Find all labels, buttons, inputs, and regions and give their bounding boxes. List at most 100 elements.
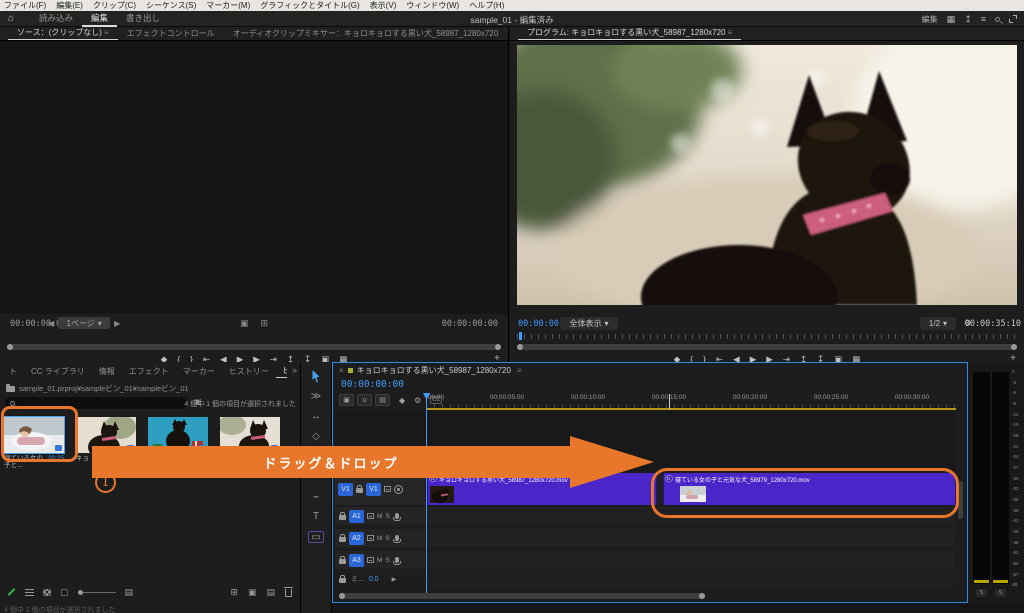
- menu-item[interactable]: グラフィックとタイトル(G): [260, 0, 359, 11]
- fit-dropdown[interactable]: 全体表示▾: [560, 317, 618, 330]
- new-item-icon[interactable]: ▤: [266, 587, 275, 598]
- icon-view-icon[interactable]: [43, 589, 51, 596]
- menu-item[interactable]: 編集(E): [56, 0, 83, 11]
- program-playhead-marker[interactable]: [519, 332, 522, 340]
- sort-icon[interactable]: ▤: [125, 587, 134, 598]
- new-bin-icon[interactable]: ▣: [248, 587, 257, 598]
- tab-audio-clip-mixer[interactable]: オーディオクリップミキサー：キョロキョロする黒い犬_58987_1280x720: [224, 28, 508, 40]
- page-dropdown[interactable]: 1ページ▾: [58, 317, 110, 329]
- sync-lock-icon[interactable]: [384, 486, 391, 492]
- solo-left-button[interactable]: S: [976, 589, 987, 597]
- selection-tool[interactable]: [311, 370, 321, 383]
- menu-item[interactable]: シーケンス(S): [146, 0, 196, 11]
- menu-item[interactable]: ウィンドウ(W): [406, 0, 459, 11]
- solo-button[interactable]: S: [385, 535, 389, 542]
- tab-metadata[interactable]: メタデータ: [507, 28, 508, 40]
- workspace-label[interactable]: 編集: [922, 14, 938, 25]
- master-track-lane[interactable]: [426, 571, 955, 587]
- menu-item[interactable]: ファイル(F): [4, 0, 46, 11]
- home-icon[interactable]: ⌂: [8, 13, 14, 24]
- tab-history[interactable]: ヒストリー: [222, 366, 276, 378]
- window-layout-icon[interactable]: ▦: [947, 14, 956, 25]
- tab-edit[interactable]: 編集: [82, 11, 117, 27]
- grid-overlay-icon[interactable]: ⊞: [261, 318, 269, 329]
- voiceover-record-icon[interactable]: [395, 557, 399, 563]
- timeline-horizontal-scrollbar[interactable]: [339, 593, 705, 599]
- mute-button[interactable]: M: [377, 535, 382, 542]
- menu-item[interactable]: ヘルプ(H): [469, 0, 504, 11]
- work-area-bar[interactable]: [426, 408, 956, 410]
- meter-scale-label: -21: [1012, 445, 1019, 450]
- sequence-tab[interactable]: × キョロキョロする黒い犬_58987_1280x720 ≡: [339, 365, 522, 376]
- track-lock-icon[interactable]: [339, 515, 346, 520]
- sync-lock-icon[interactable]: [367, 513, 374, 519]
- freeform-view-icon[interactable]: ▢: [60, 587, 69, 598]
- program-mini-ruler[interactable]: [517, 334, 1017, 339]
- solo-button[interactable]: S: [385, 513, 389, 520]
- track-target-v1[interactable]: V1: [366, 483, 381, 496]
- audio-track-lane-a3[interactable]: [426, 551, 955, 569]
- delete-icon[interactable]: [285, 589, 292, 597]
- voiceover-record-icon[interactable]: [395, 513, 399, 519]
- safe-margins-icon[interactable]: ▣: [240, 318, 249, 329]
- solo-button[interactable]: S: [385, 557, 389, 564]
- keyframe-nav-icon[interactable]: ▶: [392, 576, 397, 583]
- next-page-icon[interactable]: ▶: [114, 319, 120, 328]
- rectangle-tool[interactable]: ▭: [308, 531, 323, 543]
- audio-track-patch[interactable]: A1: [349, 510, 364, 523]
- playback-resolution-dropdown[interactable]: 1/2▾: [920, 317, 956, 330]
- tab-markers[interactable]: マーカー: [176, 366, 222, 378]
- audio-track-patch[interactable]: A2: [349, 532, 364, 545]
- sync-lock-icon[interactable]: [367, 557, 374, 563]
- track-select-forward-tool[interactable]: ≫: [311, 391, 321, 403]
- tab-overflow-icon[interactable]: »: [292, 365, 297, 375]
- panel-menu-icon[interactable]: ≡: [517, 366, 522, 375]
- mute-button[interactable]: M: [377, 513, 382, 520]
- track-lock-icon[interactable]: [356, 488, 363, 493]
- tab-program[interactable]: プログラム: キョロキョロする黒い犬_58987_1280x720≡: [518, 27, 741, 40]
- tab-import[interactable]: 読み込み: [30, 11, 82, 27]
- close-icon[interactable]: ×: [339, 366, 344, 375]
- audio-track-lane-a2[interactable]: [426, 529, 955, 547]
- audio-track-patch[interactable]: A3: [349, 554, 364, 567]
- prev-page-icon[interactable]: ◀: [48, 319, 54, 328]
- panel-menu-icon[interactable]: ≡: [104, 28, 109, 37]
- master-gain-value[interactable]: 0.0: [369, 576, 379, 583]
- track-lock-icon[interactable]: [339, 578, 346, 583]
- source-patch-v1[interactable]: V1: [338, 483, 353, 496]
- workspaces-icon[interactable]: ≡: [981, 14, 986, 24]
- thumbnail-zoom-slider[interactable]: [78, 592, 116, 593]
- track-lock-icon[interactable]: [339, 559, 346, 564]
- solo-right-button[interactable]: S: [995, 589, 1006, 597]
- search-icon[interactable]: [995, 17, 1000, 22]
- tab-cc-libraries[interactable]: CC ライブラリ: [24, 366, 92, 378]
- automate-to-sequence-icon[interactable]: ⊞: [230, 587, 238, 598]
- tab-bin-sample[interactable]: ビン: sampleビン_01≡: [276, 365, 287, 378]
- type-tool[interactable]: T: [313, 511, 319, 523]
- hand-tool[interactable]: ⌣: [313, 491, 320, 503]
- mute-button[interactable]: M: [377, 557, 382, 564]
- panel-menu-icon[interactable]: ≡: [728, 28, 733, 37]
- track-lock-icon[interactable]: [339, 537, 346, 542]
- program-zoom-scrollbar[interactable]: [517, 344, 1017, 350]
- quick-export-icon[interactable]: ↥: [964, 14, 972, 25]
- razor-tool[interactable]: ◇: [312, 431, 320, 443]
- menu-item[interactable]: クリップ(C): [93, 0, 136, 11]
- voiceover-record-icon[interactable]: [395, 535, 399, 541]
- ripple-edit-tool[interactable]: ↔: [311, 411, 321, 423]
- fullscreen-icon[interactable]: [1009, 15, 1017, 23]
- list-view-icon[interactable]: [25, 589, 34, 596]
- timeline-timecode[interactable]: 00:00:00:00: [341, 379, 404, 390]
- sync-lock-icon[interactable]: [367, 535, 374, 541]
- tab-effects[interactable]: エフェクト: [122, 366, 176, 378]
- menu-item[interactable]: マーカー(M): [206, 0, 250, 11]
- menu-item[interactable]: 表示(V): [370, 0, 397, 11]
- breadcrumb[interactable]: sample_01.prproj¥sampleビン_01¥sampleビン_01: [6, 383, 189, 394]
- tab-export[interactable]: 書き出し: [117, 11, 169, 27]
- tab-effect-controls[interactable]: エフェクトコントロール: [118, 28, 224, 40]
- tab-source[interactable]: ソース：(クリップなし)≡: [8, 27, 118, 40]
- tab-info[interactable]: 情報: [92, 366, 122, 378]
- toggle-track-output-icon[interactable]: [394, 485, 403, 494]
- tab-project-truncated[interactable]: ト: [2, 366, 24, 378]
- source-zoom-scrollbar[interactable]: [7, 344, 501, 350]
